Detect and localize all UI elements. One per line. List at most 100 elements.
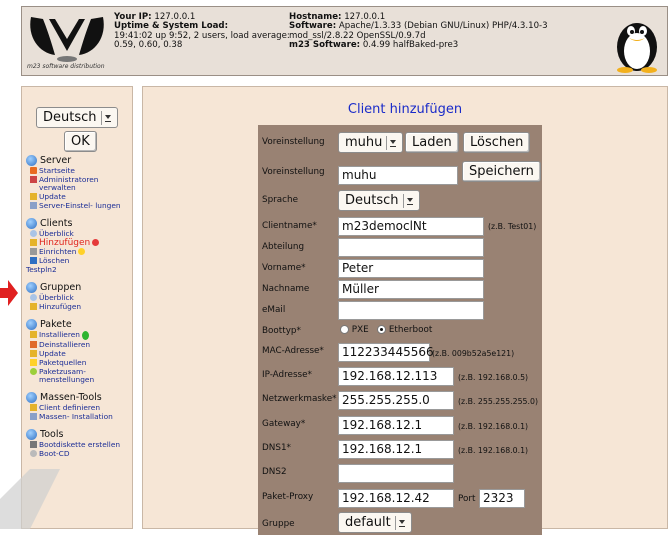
department-label: Abteilung (262, 242, 305, 252)
lastname-label: Nachname (262, 284, 310, 294)
nav-item-bootdiskette[interactable]: Bootdiskette erstellen (26, 441, 132, 449)
chevron-down-icon (394, 515, 407, 530)
preset-select-value: muhu (345, 135, 383, 150)
nav-item-gruppen-hinzufuegen[interactable]: Hinzufügen (26, 303, 132, 311)
magnifier-icon (30, 294, 37, 301)
mac-hint: (z.B. 009b52a5e121) (432, 349, 515, 358)
group-select[interactable]: default (338, 512, 412, 533)
update-icon (30, 350, 37, 357)
section-title: Pakete (40, 319, 72, 330)
page-title: Client hinzufügen (347, 102, 463, 117)
nav-section-gruppen[interactable]: Gruppen (26, 282, 132, 293)
save-button[interactable]: Speichern (462, 161, 541, 182)
clientname-input[interactable]: m23democlNt (338, 217, 484, 236)
firstname-label: Vorname* (262, 263, 306, 273)
nav-item-update[interactable]: Update (26, 193, 132, 201)
sidebar-language-value: Deutsch (43, 110, 97, 125)
mac-input[interactable]: 112233445566 (338, 343, 434, 362)
port-input[interactable]: 2323 (479, 489, 525, 508)
nav-item-pakete-update[interactable]: Update (26, 350, 132, 358)
lastname-input[interactable]: Müller (338, 280, 484, 299)
delete-button[interactable]: Löschen (463, 132, 531, 153)
software-label: Software: (289, 21, 337, 32)
nav-item-boot-cd[interactable]: Boot-CD (26, 450, 132, 458)
nav-item-administratoren[interactable]: Administratoren verwalten (26, 176, 132, 192)
ip-address-input[interactable]: 192.168.12.113 (338, 367, 454, 386)
netmask-hint: (z.B. 255.255.255.0) (458, 397, 539, 406)
load-button[interactable]: Laden (405, 132, 459, 153)
nav-label: Boot-CD (39, 449, 70, 458)
boottype-radio-group: PXE Etherboot (340, 325, 432, 335)
nav-item-installieren[interactable]: Installieren (26, 331, 132, 340)
nav-label: Update (39, 349, 66, 358)
nav-label: Einrichten (39, 247, 77, 256)
delete-icon (30, 257, 37, 264)
preset-name-input[interactable]: muhu (338, 166, 458, 185)
preset-select-label: Voreinstellung (262, 137, 325, 147)
nav-item-hinzufuegen[interactable]: Hinzufügen (26, 238, 132, 248)
boot-pxe-radio[interactable] (340, 325, 349, 334)
nav-item-testpln2[interactable]: Testpln2 (26, 266, 132, 274)
preset-name-label: Voreinstellung (262, 167, 325, 177)
sidebar-language-select[interactable]: Deutsch (36, 107, 118, 128)
nav-section-pakete[interactable]: Pakete (26, 319, 132, 330)
firstname-input[interactable]: Peter (338, 259, 484, 278)
nav-item-client-definieren[interactable]: Client definieren (26, 404, 132, 412)
nav-label: Hinzufügen (39, 238, 91, 248)
status-dot-icon (81, 331, 89, 340)
nav-label: Deinstallieren (39, 340, 91, 349)
groups-section-icon (26, 282, 37, 293)
nav-label: Client definieren (39, 403, 101, 412)
nav-item-paketzusammenstellungen[interactable]: Paketzusam- menstellungen (26, 368, 132, 384)
dns2-input[interactable] (338, 464, 454, 483)
section-title: Massen-Tools (40, 392, 102, 403)
nav-label: Massen- Installation (39, 412, 113, 421)
nav-item-loeschen[interactable]: Löschen (26, 257, 132, 265)
nav-label: Update (39, 192, 66, 201)
email-input[interactable] (338, 301, 484, 320)
nav-section-clients[interactable]: Clients (26, 218, 132, 229)
department-input[interactable] (338, 238, 484, 257)
dns1-input[interactable]: 192.168.12.1 (338, 440, 454, 459)
floppy-icon (30, 441, 37, 448)
boottype-label: Boottyp* (262, 326, 301, 336)
dns1-label: DNS1* (262, 443, 291, 453)
active-marker-icon (92, 239, 100, 246)
cd-icon (30, 450, 37, 457)
language-select[interactable]: Deutsch (338, 190, 420, 211)
nav-label: Startseite (39, 166, 75, 175)
ok-button[interactable]: OK (64, 131, 97, 152)
software-value: Apache/1.3.33 (Debian GNU/Linux) PHP/4.3… (338, 21, 548, 32)
proxy-input[interactable]: 192.168.12.42 (338, 489, 454, 508)
add-icon (30, 239, 37, 246)
nav-item-paketquellen[interactable]: Paketquellen (26, 359, 132, 367)
nav-label: Überblick (39, 293, 74, 302)
nav-item-einrichten[interactable]: Einrichten (26, 248, 132, 256)
netmask-input[interactable]: 255.255.255.0 (338, 391, 454, 410)
gateway-input[interactable]: 192.168.12.1 (338, 416, 454, 435)
nav-item-startseite[interactable]: Startseite (26, 167, 132, 175)
nav-label: Server-Einstel- lungen (39, 201, 121, 210)
logo-caption: m23 software distribution (27, 63, 105, 70)
nav-section-server[interactable]: Server (26, 155, 132, 166)
host-info: Hostname: 127.0.0.1 Software: Apache/1.3… (289, 12, 548, 51)
nav-section-massen-tools[interactable]: Massen-Tools (26, 392, 132, 403)
nav-label: Installieren (39, 330, 80, 339)
nav-label: Bootdiskette erstellen (39, 440, 121, 449)
boot-pxe-label: PXE (351, 325, 369, 335)
boot-etherboot-radio[interactable] (377, 325, 387, 334)
nav-item-server-einstellungen[interactable]: Server-Einstel- lungen (26, 202, 132, 210)
preset-select[interactable]: muhu (338, 132, 404, 153)
nav-item-massen-installation[interactable]: Massen- Installation (26, 413, 132, 421)
home-icon (30, 167, 37, 174)
pointer-arrow-icon (0, 280, 18, 306)
nav-section-tools[interactable]: Tools (26, 429, 132, 440)
header-bar: m23 software distribution Your IP: 127.0… (21, 6, 668, 76)
nav-item-gruppen-ueberblick[interactable]: Überblick (26, 294, 132, 302)
nav-item-ueberblick[interactable]: Überblick (26, 230, 132, 238)
gateway-hint: (z.B. 192.168.0.1) (458, 422, 529, 431)
ip-address-label: IP-Adresse* (262, 370, 312, 380)
admin-icon (30, 176, 37, 183)
update-icon (30, 193, 37, 200)
nav-item-deinstallieren[interactable]: Deinstallieren (26, 341, 132, 349)
